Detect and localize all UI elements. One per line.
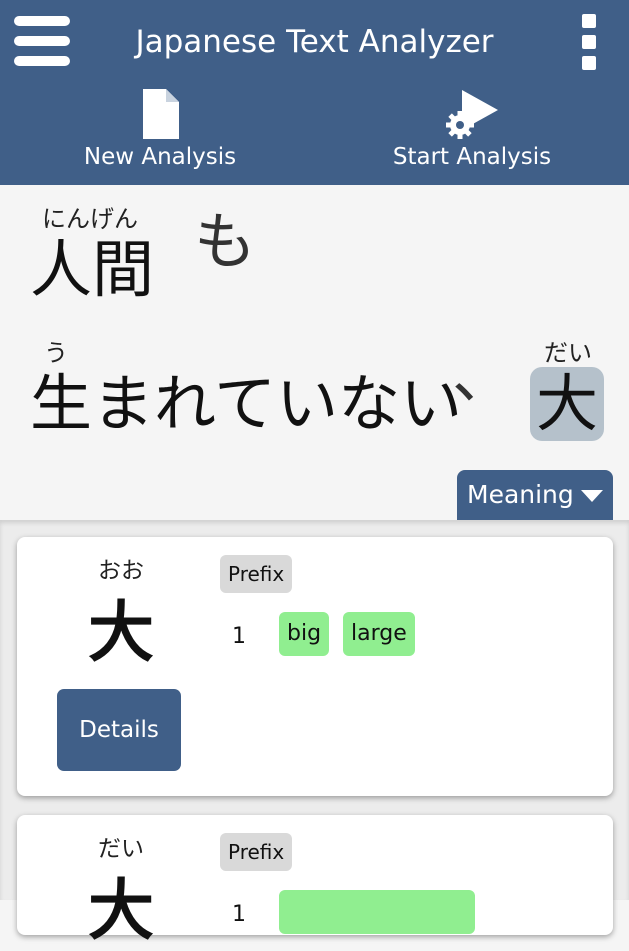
- result-card: だい 大 Prefix 1: [17, 815, 613, 949]
- start-analysis-label: Start Analysis: [392, 144, 552, 170]
- result-card: おお 大 Prefix 1 big large Details: [17, 537, 613, 796]
- word-token[interactable]: も: [194, 205, 256, 279]
- new-analysis-label: New Analysis: [83, 144, 237, 170]
- new-analysis-button[interactable]: New Analysis: [60, 88, 260, 180]
- app-header: Japanese Text Analyzer New Analysis Star…: [0, 0, 629, 185]
- word-surface: 生まれていない: [30, 367, 463, 440]
- start-analysis-icon: [446, 90, 498, 139]
- details-button[interactable]: Details: [57, 689, 181, 771]
- word-surface: 人間: [30, 233, 155, 306]
- word-surface: 大: [530, 367, 605, 441]
- part-of-speech-tag: Prefix: [220, 833, 293, 871]
- sense-number: 1: [232, 624, 246, 649]
- word-surface: も: [194, 205, 257, 278]
- gloss-tag: big: [279, 612, 330, 656]
- entry-reading: おお: [98, 558, 144, 584]
- furigana: だい: [544, 339, 592, 367]
- start-analysis-button[interactable]: Start Analysis: [372, 88, 572, 180]
- word-token[interactable]: にんげん 人間: [30, 205, 154, 307]
- word-token[interactable]: 、: [452, 339, 514, 413]
- gloss-tag: [279, 890, 475, 934]
- gloss-tag: large: [343, 612, 415, 656]
- part-of-speech-tag: Prefix: [220, 555, 293, 593]
- word-token-selected[interactable]: だい 大: [530, 339, 605, 441]
- app-title: Japanese Text Analyzer: [135, 24, 494, 60]
- furigana: う: [44, 339, 68, 367]
- meaning-label: Meaning: [467, 480, 574, 509]
- sense-number: 1: [232, 902, 246, 927]
- furigana: にんげん: [42, 205, 138, 233]
- entry-kanji: 大: [88, 594, 154, 671]
- more-options-icon[interactable]: [575, 12, 603, 72]
- entry-kanji: 大: [88, 872, 154, 949]
- new-document-icon: [143, 89, 179, 139]
- chevron-down-icon: [581, 490, 603, 502]
- entry-reading: だい: [98, 836, 144, 862]
- word-token[interactable]: う 生まれていない: [30, 339, 462, 441]
- meaning-dropdown-button[interactable]: Meaning: [457, 470, 613, 520]
- word-surface: 、: [452, 339, 515, 412]
- dictionary-results: おお 大 Prefix 1 big large Details だい 大 Pre…: [0, 520, 629, 949]
